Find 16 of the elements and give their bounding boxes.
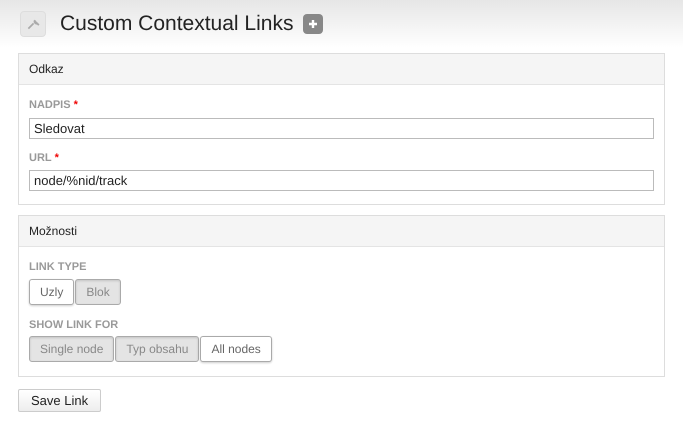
panel-title: Možnosti (29, 223, 78, 240)
toggle-button[interactable]: All nodes (200, 336, 272, 362)
add-button[interactable] (303, 14, 324, 34)
field-label: SHOW LINK FOR (29, 318, 118, 332)
text-field[interactable]: Sledovat (29, 118, 654, 138)
panel-title: Odkaz (29, 61, 64, 78)
field-label: NADPIS (29, 98, 71, 113)
required-mark: * (74, 98, 78, 113)
plus-icon (308, 19, 318, 29)
text-field[interactable]: node/%nid/track (29, 170, 654, 191)
required-mark: * (54, 150, 59, 166)
save-button[interactable]: Save Link (18, 389, 102, 412)
field-label: URL (29, 150, 52, 166)
field-label: LINK TYPE (29, 260, 86, 275)
page-title: Custom Contextual Links (60, 11, 294, 38)
toggle-button[interactable]: Uzly (29, 278, 74, 304)
